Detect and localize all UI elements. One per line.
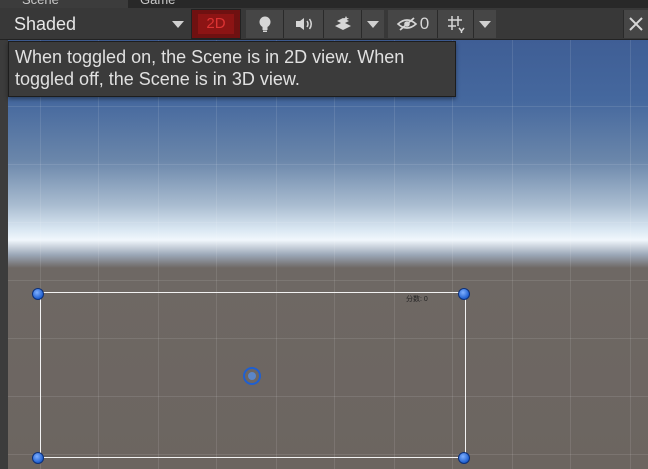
grid-icon [447,16,465,33]
toggle-2d-button[interactable]: 2D [191,9,241,39]
resize-handle-bottom-right[interactable] [458,452,470,464]
scene-toolbar: Shaded 2D 0 [0,8,648,40]
toggle-2d-label: 2D [198,14,234,34]
effects-dropdown[interactable] [362,10,384,38]
grid-line [8,164,648,165]
tab-strip: Scene Game [0,0,648,8]
grid-line [570,40,571,469]
resize-handle-top-right[interactable] [458,288,470,300]
grid-line [630,40,631,469]
grid-line [8,280,648,281]
hidden-objects-count: 0 [419,14,430,33]
tools-button[interactable] [623,10,648,38]
scene-viewport[interactable]: 分数: 0 [8,40,648,469]
lightbulb-icon [259,16,270,32]
grid-dropdown[interactable] [474,10,496,38]
chevron-down-icon [479,21,491,28]
effects-toggle-button[interactable] [324,10,362,38]
lighting-toggle-button[interactable] [246,10,284,38]
tab-game[interactable]: Game [136,0,175,8]
tab-scene[interactable]: Scene [0,0,128,8]
tools-icon [629,17,643,31]
shading-mode-label: Shaded [14,14,77,34]
chevron-down-icon [172,21,184,28]
eye-slash-icon [396,17,417,31]
scene-visibility-button[interactable]: 0 [388,10,438,38]
chevron-down-icon [367,21,379,28]
shading-mode-dropdown[interactable]: Shaded [8,10,190,38]
audio-toggle-button[interactable] [284,10,324,38]
resize-handle-bottom-left[interactable] [32,452,44,464]
grid-line [8,222,648,223]
resize-handle-top-left[interactable] [32,288,44,300]
effects-layers-icon [334,16,351,30]
grid-line [8,106,648,107]
left-panel-edge [0,40,8,469]
grid-toggle-button[interactable] [438,10,474,38]
speaker-icon [295,18,312,30]
score-text[interactable]: 分数: 0 [406,294,428,304]
grid-line [512,40,513,469]
toggle-2d-tooltip: When toggled on, the Scene is in 2D view… [8,41,456,97]
pivot-handle[interactable] [243,367,261,385]
